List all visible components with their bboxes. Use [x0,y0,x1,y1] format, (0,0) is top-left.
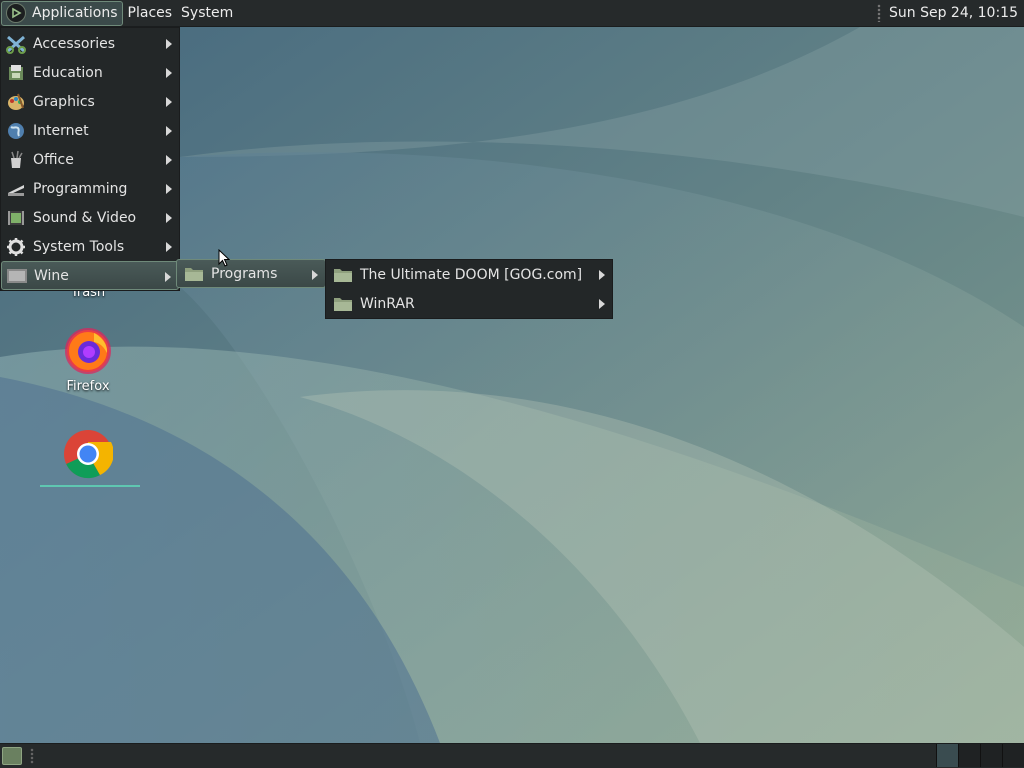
office-icon [5,149,27,171]
menu-item-winrar[interactable]: WinRAR [326,289,612,318]
chrome-label-underline [40,485,140,487]
education-icon [5,62,27,84]
submenu-arrow-icon [165,272,171,282]
wine-submenu: Programs [176,259,326,291]
menu-item-ultimate-doom[interactable]: The Ultimate DOOM [GOG.com] [326,260,612,289]
workspace-3[interactable] [980,743,1002,767]
folder-icon [183,263,205,285]
menu-item-system-tools[interactable]: System Tools [1,232,179,261]
menu-item-programming[interactable]: Programming [1,174,179,203]
system-label: System [181,5,234,21]
menu-item-wine[interactable]: Wine [1,261,179,290]
bottom-panel [0,743,1024,768]
menu-item-label: Accessories [33,35,116,52]
menu-item-label: Office [33,151,74,168]
menu-item-accessories[interactable]: Accessories [1,29,179,58]
wine-icon [6,265,28,287]
accessories-icon [5,33,27,55]
submenu-arrow-icon [166,39,172,49]
sound-video-icon [5,207,27,229]
programming-icon [5,178,27,200]
submenu-arrow-icon [166,155,172,165]
submenu-arrow-icon [166,242,172,252]
submenu-arrow-icon [599,299,605,309]
system-menu-button[interactable]: System [177,1,237,26]
places-label: Places [127,5,173,21]
clock[interactable]: Sun Sep 24, 10:15 [889,5,1018,21]
menu-item-label: Wine [34,267,69,284]
menu-item-internet[interactable]: Internet [1,116,179,145]
menu-item-label: The Ultimate DOOM [GOG.com] [360,266,583,283]
submenu-arrow-icon [166,68,172,78]
menu-item-office[interactable]: Office [1,145,179,174]
top-panel: Applications Places System Sun Sep 24, 1… [0,0,1024,27]
workspace-1[interactable] [936,743,958,767]
chrome-icon [64,430,114,479]
menu-item-label: Graphics [33,93,95,110]
show-desktop-button[interactable] [2,747,22,765]
workspace-4[interactable] [1002,743,1024,767]
firefox-icon [65,328,111,374]
firefox-label: Firefox [66,379,110,394]
menu-item-label: Programs [211,265,278,282]
menu-item-label: System Tools [33,238,125,255]
panel-handle[interactable] [30,748,34,764]
submenu-arrow-icon [599,270,605,280]
desktop-icon-chrome[interactable] [40,429,140,487]
menu-item-label: WinRAR [360,295,415,312]
system-tools-icon [5,236,27,258]
menu-item-education[interactable]: Education [1,58,179,87]
submenu-arrow-icon [166,184,172,194]
menu-item-label: Programming [33,180,128,197]
menu-item-label: Internet [33,122,89,139]
applications-menu: Accessories Education Graphics Internet … [0,27,180,291]
panel-handle[interactable] [877,4,882,22]
places-menu-button[interactable]: Places [124,1,177,26]
menu-item-graphics[interactable]: Graphics [1,87,179,116]
submenu-arrow-icon [166,213,172,223]
workspace-2[interactable] [958,743,980,767]
internet-icon [5,120,27,142]
applications-menu-button[interactable]: Applications [1,0,123,26]
workspace-switcher [936,743,1024,768]
folder-icon [332,264,354,286]
submenu-arrow-icon [166,126,172,136]
distro-logo-icon [6,3,26,23]
graphics-icon [5,91,27,113]
mouse-cursor-icon [218,249,230,267]
programs-submenu: The Ultimate DOOM [GOG.com] WinRAR [325,259,613,319]
menu-item-label: Sound & Video [33,209,137,226]
desktop-icon-firefox[interactable]: Firefox [40,327,136,394]
menu-item-programs[interactable]: Programs [176,259,326,288]
submenu-arrow-icon [166,97,172,107]
folder-icon [332,293,354,315]
applications-label: Applications [32,5,118,21]
menu-item-label: Education [33,64,103,81]
menu-item-sound-video[interactable]: Sound & Video [1,203,179,232]
submenu-arrow-icon [312,270,318,280]
